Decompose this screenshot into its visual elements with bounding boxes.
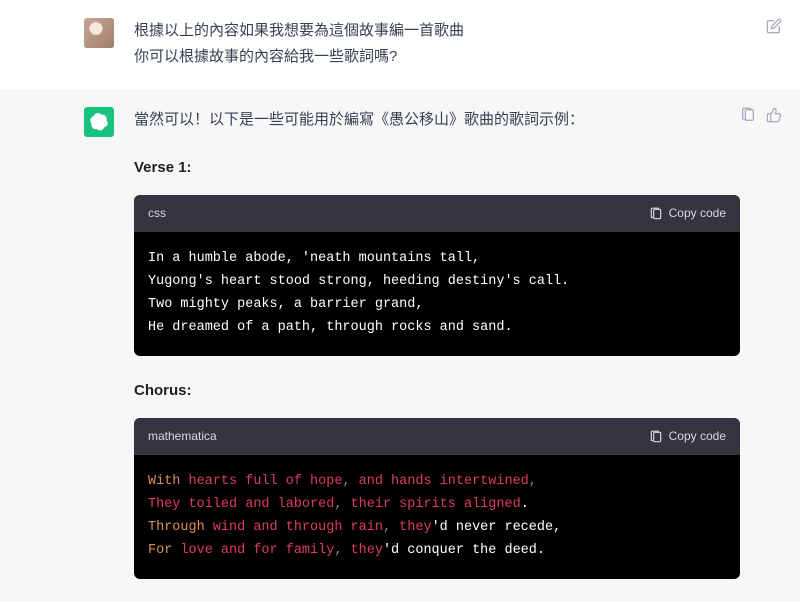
user-actions [766, 18, 782, 34]
assistant-avatar [84, 107, 114, 137]
section-heading-verse1: Verse 1: [134, 155, 740, 181]
copy-code-button[interactable]: Copy code [649, 426, 726, 447]
user-avatar [84, 18, 114, 48]
code-header: css Copy code [134, 195, 740, 232]
code-body-verse1: In a humble abode, 'neath mountains tall… [134, 232, 740, 356]
code-lang-label: mathematica [148, 426, 217, 447]
copy-code-button[interactable]: Copy code [649, 203, 726, 224]
copy-label: Copy code [669, 203, 726, 224]
section-heading-chorus: Chorus: [134, 378, 740, 404]
assistant-intro: 當然可以！以下是一些可能用於編寫《愚公移山》歌曲的歌詞示例： [134, 107, 740, 133]
clipboard-icon [649, 207, 663, 221]
copy-icon[interactable] [740, 107, 756, 123]
thumbs-up-icon[interactable] [766, 107, 782, 123]
code-block-chorus: mathematica Copy code With hearts full o… [134, 418, 740, 579]
assistant-actions [740, 107, 782, 123]
code-lang-label: css [148, 203, 166, 224]
code-header: mathematica Copy code [134, 418, 740, 455]
user-message: 根據以上的內容如果我想要為這個故事編一首歌曲 你可以根據故事的內容給我一些歌詞嗎… [0, 0, 800, 89]
user-line1: 根據以上的內容如果我想要為這個故事編一首歌曲 [134, 18, 740, 44]
copy-label: Copy code [669, 426, 726, 447]
assistant-content: 當然可以！以下是一些可能用於編寫《愚公移山》歌曲的歌詞示例： Verse 1: … [134, 107, 740, 583]
user-text: 根據以上的內容如果我想要為這個故事編一首歌曲 你可以根據故事的內容給我一些歌詞嗎… [134, 18, 740, 71]
edit-icon[interactable] [766, 18, 782, 34]
code-block-verse1: css Copy code In a humble abode, 'neath … [134, 195, 740, 356]
assistant-message: 當然可以！以下是一些可能用於編寫《愚公移山》歌曲的歌詞示例： Verse 1: … [0, 89, 800, 601]
code-body-chorus: With hearts full of hope, and hands inte… [134, 455, 740, 579]
user-line2: 你可以根據故事的內容給我一些歌詞嗎? [134, 44, 740, 70]
clipboard-icon [649, 430, 663, 444]
